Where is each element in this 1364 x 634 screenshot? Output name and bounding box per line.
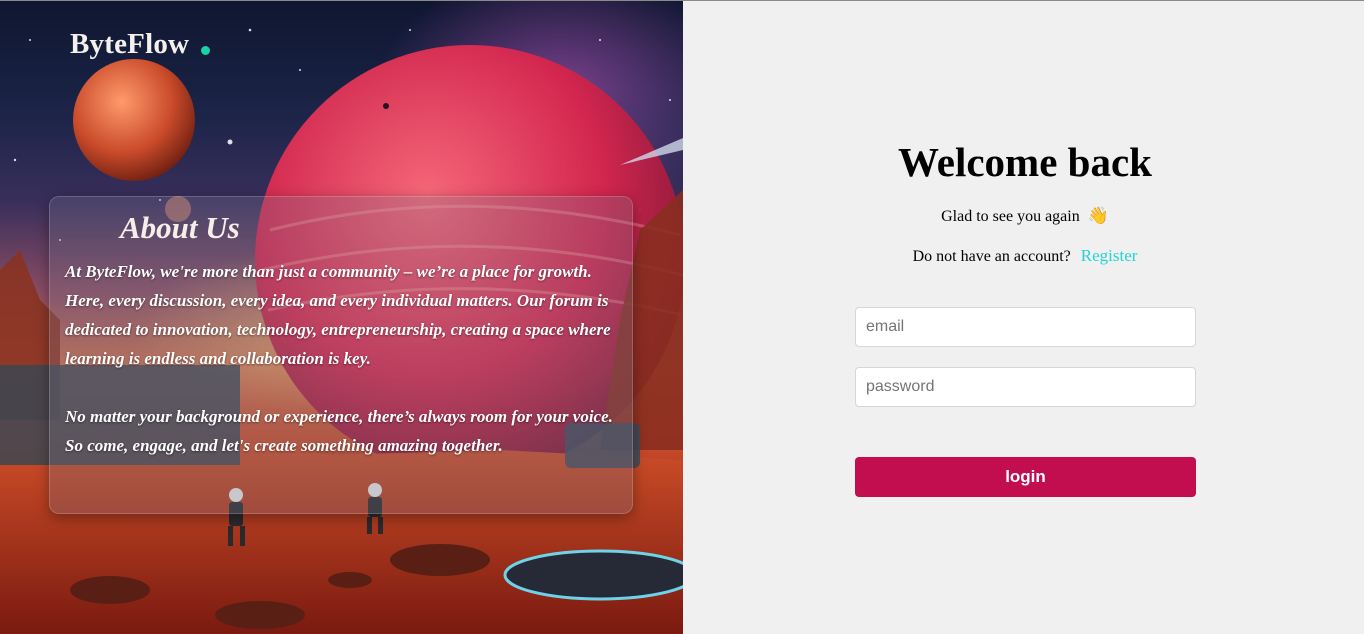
email-field[interactable] [855, 307, 1196, 347]
waving-hand-icon: 👋 [1087, 206, 1109, 225]
password-field[interactable] [855, 367, 1196, 407]
hero-panel: ByteFlow About Us At ByteFlow, we're mor… [0, 0, 683, 634]
register-prompt: Do not have an account? Register [683, 246, 1364, 266]
login-panel: Welcome back Glad to see you again 👋 Do … [683, 0, 1364, 634]
page-title: Welcome back [898, 139, 1152, 185]
top-divider [0, 0, 1364, 1]
greeting-text: Glad to see you again 👋 [683, 206, 1364, 226]
login-button[interactable]: login [855, 457, 1196, 497]
dot-icon [201, 46, 210, 55]
about-paragraph: No matter your background or experience,… [65, 407, 613, 455]
brand-logo: ByteFlow [70, 28, 190, 60]
about-text: At ByteFlow, we're more than just a comm… [65, 257, 625, 460]
about-title: About Us [120, 210, 240, 245]
greeting-label: Glad to see you again [941, 208, 1080, 225]
about-paragraph: At ByteFlow, we're more than just a comm… [65, 262, 611, 368]
register-link[interactable]: Register [1081, 246, 1138, 265]
register-prompt-label: Do not have an account? [912, 248, 1071, 265]
